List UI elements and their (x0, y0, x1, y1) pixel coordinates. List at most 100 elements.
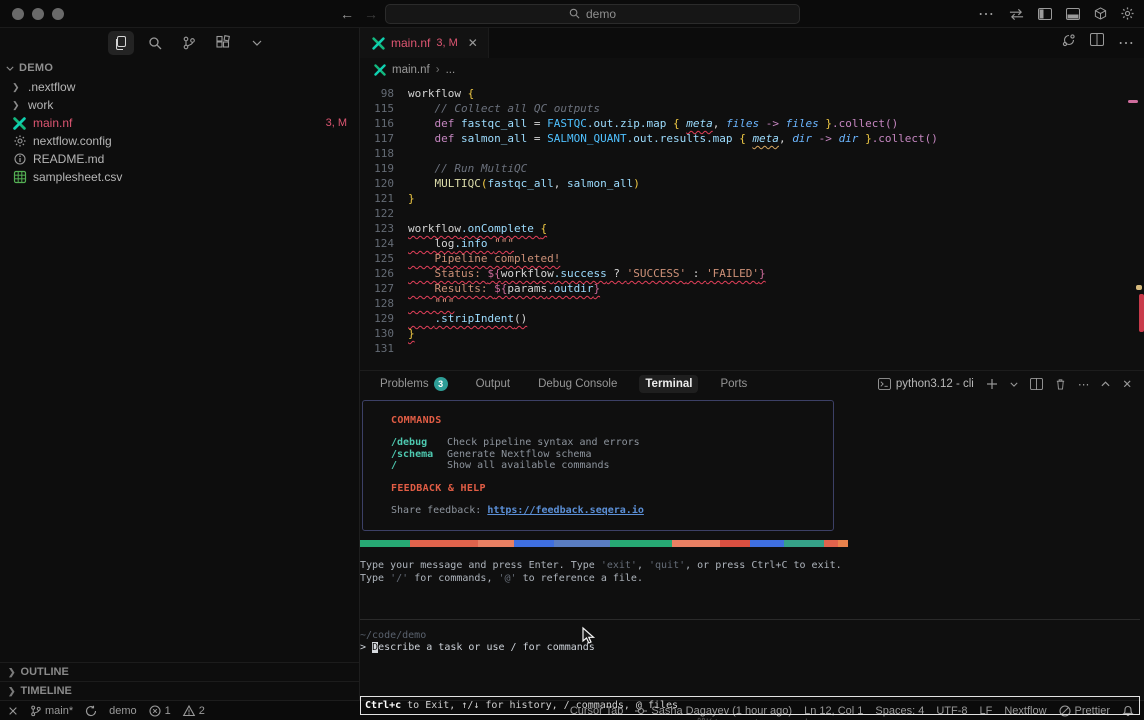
prompt-placeholder: escribe a task or use / for commands (378, 642, 595, 653)
terminal[interactable]: COMMANDS /debugCheck pipeline syntax and… (360, 397, 1144, 700)
remote-icon (8, 706, 18, 716)
tab-problem-badge: 3, M (436, 37, 457, 49)
more-actions-icon[interactable]: ⋯ (978, 4, 995, 24)
command-center-search[interactable]: demo (385, 4, 800, 24)
kill-terminal-icon[interactable] (1055, 378, 1066, 390)
shell-name: python3.12 - cli (896, 378, 974, 390)
panel-tab-debug-console[interactable]: Debug Console (532, 375, 623, 393)
status-demo[interactable]: demo (109, 705, 137, 717)
terminal-dropdown-icon[interactable] (1010, 382, 1018, 387)
tab-main-nf[interactable]: main.nf 3, M ✕ (360, 28, 489, 58)
breadcrumb-file[interactable]: main.nf (392, 64, 430, 76)
gear-icon[interactable] (1121, 7, 1134, 20)
panel-tab-ports[interactable]: Ports (714, 375, 753, 393)
code-text: // Run MultiQC (408, 161, 527, 176)
file-item-work[interactable]: ❯work (0, 96, 359, 114)
rainbow-segment (410, 540, 478, 547)
editor-tab-bar: main.nf 3, M ✕ ⋯ (360, 28, 1144, 58)
line-number: 128 (360, 296, 394, 311)
branch-icon (30, 705, 41, 717)
search-value: demo (586, 7, 616, 21)
minimize-window-button[interactable] (32, 8, 44, 20)
panel-tab-label: Output (476, 378, 511, 390)
line-number: 126 (360, 266, 394, 281)
code-line: 131 (360, 341, 1144, 356)
info-icon (14, 153, 26, 165)
file-label: main.nf (33, 116, 72, 130)
split-terminal-icon[interactable] (1030, 378, 1043, 390)
close-window-button[interactable] (12, 8, 24, 20)
outline-label: OUTLINE (21, 666, 69, 678)
line-number: 131 (360, 341, 394, 356)
layout-sidebar-icon[interactable] (1038, 8, 1052, 20)
extensions-icon[interactable] (210, 31, 236, 55)
chevron-right-icon: ❯ (8, 667, 16, 678)
line-number: 122 (360, 206, 394, 221)
explorer-root[interactable]: DEMO (0, 58, 359, 78)
code-line: 123workflow.onComplete { (360, 221, 1144, 236)
close-tab-icon[interactable]: ✕ (468, 36, 478, 50)
mouse-cursor (582, 627, 596, 645)
status-2[interactable]: 2 (183, 705, 205, 717)
chevron-down-icon[interactable] (244, 31, 270, 55)
terminal-prompt[interactable]: > Describe a task or use / for commands (360, 642, 595, 653)
timeline-label: TIMELINE (21, 685, 72, 697)
swap-arrows-icon[interactable] (1009, 8, 1024, 20)
activity-bar (0, 28, 359, 58)
code-text: log.info """ (408, 236, 514, 251)
outline-section[interactable]: ❯ OUTLINE (0, 662, 359, 681)
file-item-samplesheet-csv[interactable]: samplesheet.csv (0, 168, 359, 186)
split-editor-icon[interactable] (1090, 33, 1104, 46)
layout-panel-icon[interactable] (1066, 8, 1080, 20)
rainbow-divider (360, 540, 848, 547)
file-label: README.md (33, 152, 104, 166)
line-number: 120 (360, 176, 394, 191)
rainbow-segment (478, 540, 514, 547)
line-number: 115 (360, 101, 394, 116)
terminal-shell-label[interactable]: python3.12 - cli (878, 378, 974, 390)
rainbow-segment (360, 540, 410, 547)
new-terminal-icon[interactable] (986, 378, 998, 390)
rainbow-segment (672, 540, 720, 547)
file-item-main-nf[interactable]: main.nf3, M (0, 114, 359, 132)
timeline-section[interactable]: ❯ TIMELINE (0, 681, 359, 700)
tab-label: main.nf (391, 36, 430, 50)
window-controls (0, 8, 64, 20)
breadcrumb-symbol[interactable]: ... (446, 64, 456, 76)
line-number: 124 (360, 236, 394, 251)
rainbow-segment (750, 540, 784, 547)
file-item-readme-md[interactable]: README.md (0, 150, 359, 168)
status-main[interactable]: main* (30, 705, 73, 717)
root-folder-label: DEMO (19, 62, 53, 74)
prompt-char: > (360, 642, 366, 653)
code-editor[interactable]: 98workflow {115 // Collect all QC output… (360, 82, 1144, 370)
terminal-command-row: /Show all available commands (391, 460, 833, 472)
run-workflow-icon[interactable] (1062, 33, 1076, 47)
code-text: workflow { (408, 86, 474, 101)
table-icon (14, 171, 26, 183)
panel-tab-output[interactable]: Output (470, 375, 517, 393)
panel-tab-problems[interactable]: Problems3 (374, 374, 454, 394)
panel-tab-terminal[interactable]: Terminal (639, 375, 698, 393)
cube-icon[interactable] (1094, 7, 1107, 20)
back-icon[interactable]: ← (340, 6, 354, 22)
close-panel-icon[interactable]: ✕ (1122, 377, 1132, 391)
code-line: 130} (360, 326, 1144, 341)
status-remote[interactable] (8, 706, 18, 716)
zoom-window-button[interactable] (52, 8, 64, 20)
file-item--nextflow[interactable]: ❯.nextflow (0, 78, 359, 96)
editor-more-actions-icon[interactable]: ⋯ (1118, 33, 1134, 53)
maximize-panel-icon[interactable] (1101, 381, 1110, 387)
source-control-icon[interactable] (176, 31, 202, 55)
status-sync[interactable] (85, 705, 97, 717)
panel-more-actions-icon[interactable]: ⋯ (1078, 377, 1090, 391)
code-text: } (408, 326, 415, 341)
status-1[interactable]: 1 (149, 705, 171, 717)
status-label: main* (45, 705, 73, 717)
feedback-link[interactable]: https://feedback.seqera.io (487, 505, 644, 516)
file-item-nextflow-config[interactable]: nextflow.config (0, 132, 359, 150)
search-icon[interactable] (142, 31, 168, 55)
breadcrumb[interactable]: main.nf › ... (360, 58, 1144, 82)
explorer-icon[interactable] (108, 31, 134, 55)
code-line: 119 // Run MultiQC (360, 161, 1144, 176)
